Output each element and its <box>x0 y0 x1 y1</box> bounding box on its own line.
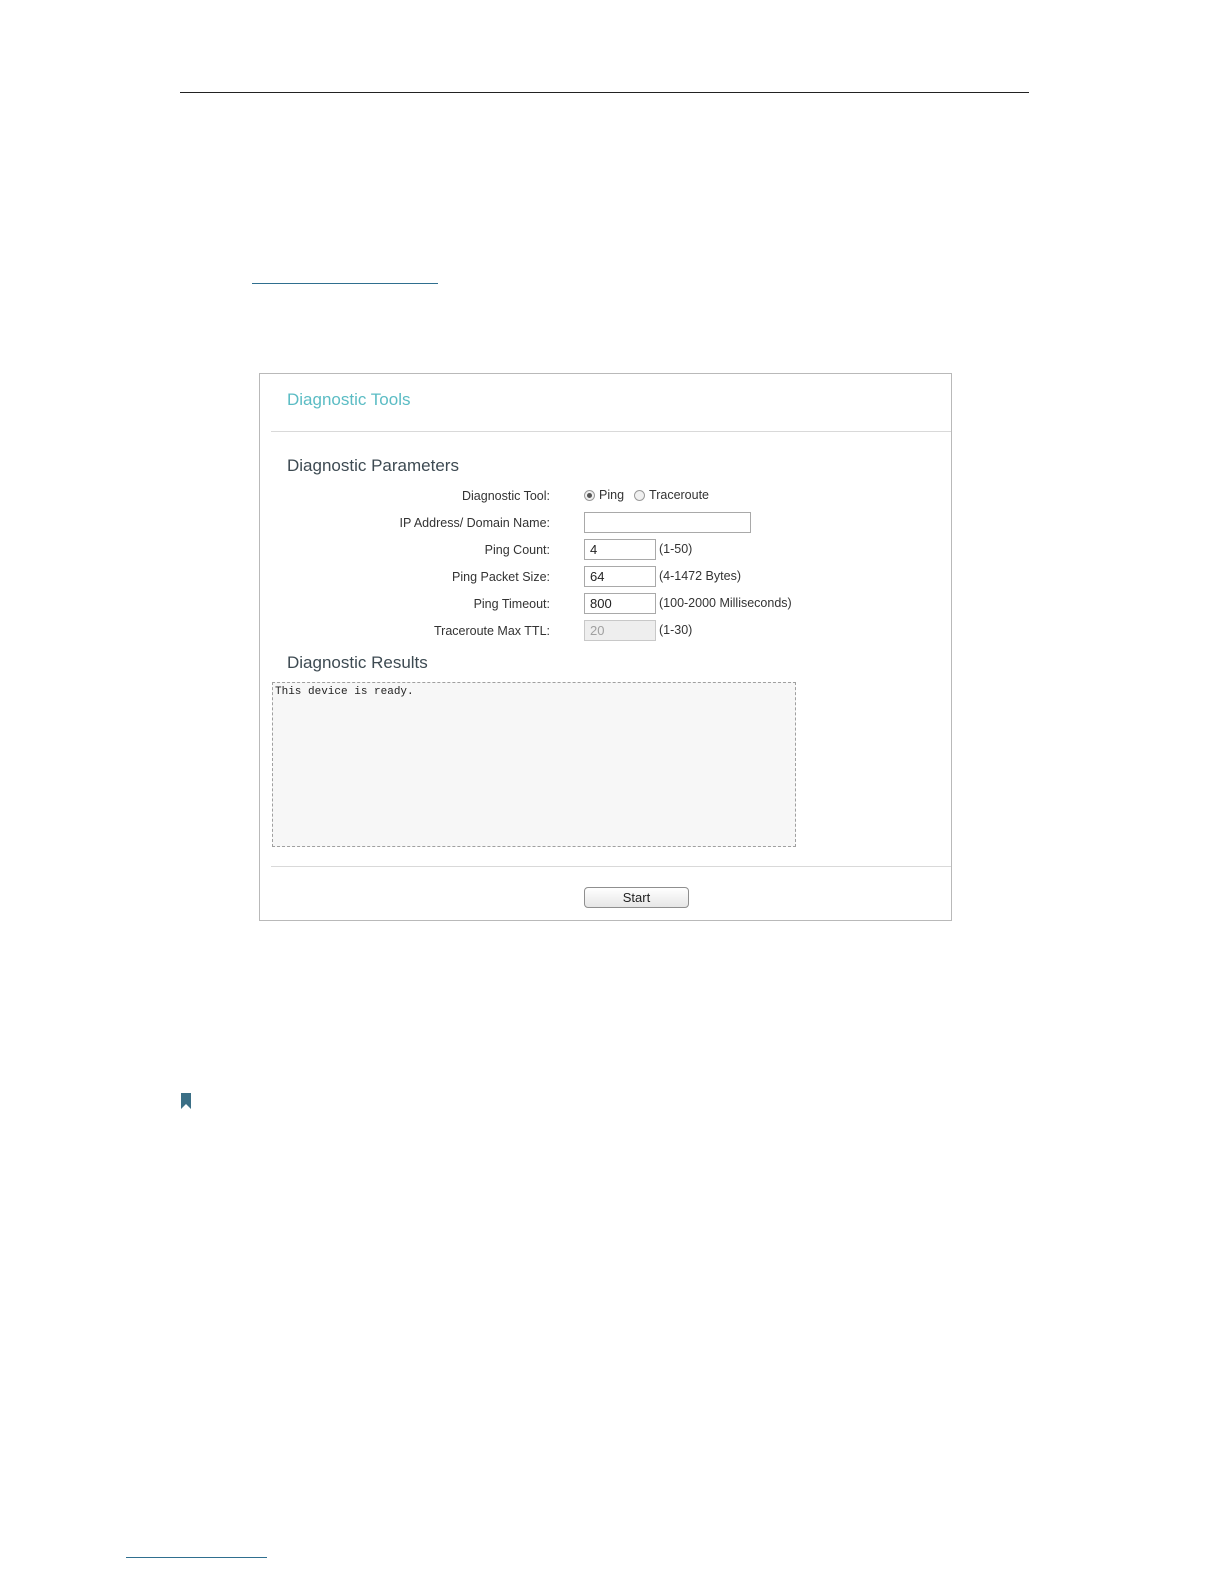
packet-size-hint: (4-1472 Bytes) <box>659 569 741 583</box>
ping-radio-label[interactable]: Ping <box>599 488 624 502</box>
page-header-rule <box>180 92 1029 93</box>
results-textarea[interactable]: This device is ready. <box>272 682 796 847</box>
ping-count-hint: (1-50) <box>659 542 693 556</box>
diagnostic-tool-radio-group: Ping Traceroute <box>584 488 719 502</box>
footer-link-underline <box>126 1557 267 1558</box>
packet-size-label: Ping Packet Size: <box>452 570 550 584</box>
parameters-title: Diagnostic Parameters <box>287 456 459 475</box>
diagnostic-tools-panel: Diagnostic Tools Diagnostic Parameters D… <box>259 373 952 921</box>
ping-timeout-label: Ping Timeout: <box>473 597 550 611</box>
panel-title: Diagnostic Tools <box>287 390 411 409</box>
title-divider <box>271 431 951 432</box>
traceroute-ttl-label: Traceroute Max TTL: <box>433 624 550 638</box>
traceroute-radio[interactable] <box>634 489 646 501</box>
link-underline <box>252 283 438 284</box>
traceroute-ttl-input <box>584 620 656 641</box>
traceroute-ttl-hint: (1-30) <box>659 623 693 637</box>
bookmark-icon <box>181 1093 191 1109</box>
ping-timeout-input[interactable] <box>584 593 656 614</box>
footer-divider <box>271 866 951 867</box>
packet-size-input[interactable] <box>584 566 656 587</box>
start-button[interactable]: Start <box>584 887 689 908</box>
ip-address-input[interactable] <box>584 512 751 533</box>
ping-count-label: Ping Count: <box>484 543 550 557</box>
results-title: Diagnostic Results <box>287 653 428 672</box>
traceroute-radio-label[interactable]: Traceroute <box>649 488 709 502</box>
ping-radio[interactable] <box>584 489 595 501</box>
diagnostic-tool-label: Diagnostic Tool: <box>461 489 550 503</box>
ip-address-label: IP Address/ Domain Name: <box>399 516 550 530</box>
ping-count-input[interactable] <box>584 539 656 560</box>
ping-timeout-hint: (100-2000 Milliseconds) <box>659 596 792 610</box>
